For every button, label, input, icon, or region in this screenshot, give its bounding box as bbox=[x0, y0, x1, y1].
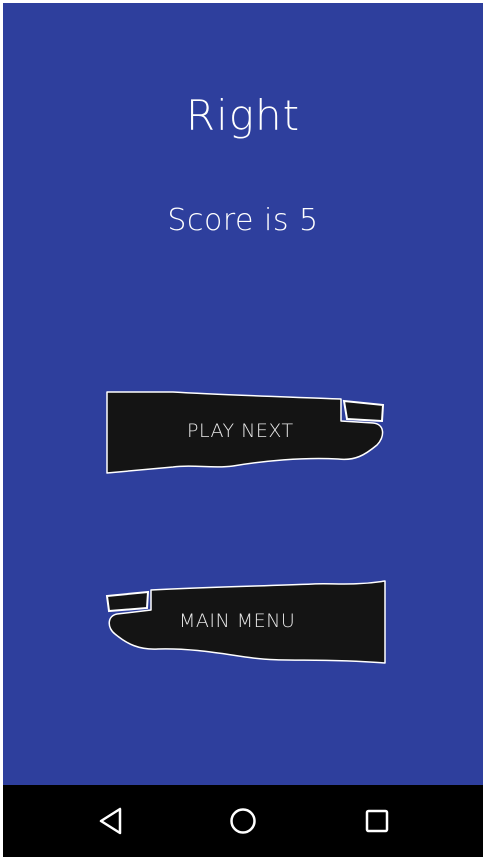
back-triangle-icon bbox=[99, 807, 122, 835]
play-next-label: PLAY NEXT bbox=[187, 420, 294, 442]
main-menu-button[interactable]: MAIN MENU bbox=[103, 578, 389, 668]
result-title: Right bbox=[185, 91, 301, 140]
home-circle-icon bbox=[230, 808, 256, 834]
score-text: Score is 5 bbox=[167, 203, 319, 238]
main-menu-label: MAIN MENU bbox=[179, 610, 296, 632]
recent-apps-button[interactable] bbox=[359, 803, 395, 839]
recent-apps-square-icon bbox=[365, 809, 389, 833]
navigation-bar bbox=[3, 785, 483, 857]
back-button[interactable] bbox=[93, 803, 129, 839]
home-button[interactable] bbox=[225, 803, 261, 839]
play-next-button[interactable]: PLAY NEXT bbox=[103, 389, 389, 477]
